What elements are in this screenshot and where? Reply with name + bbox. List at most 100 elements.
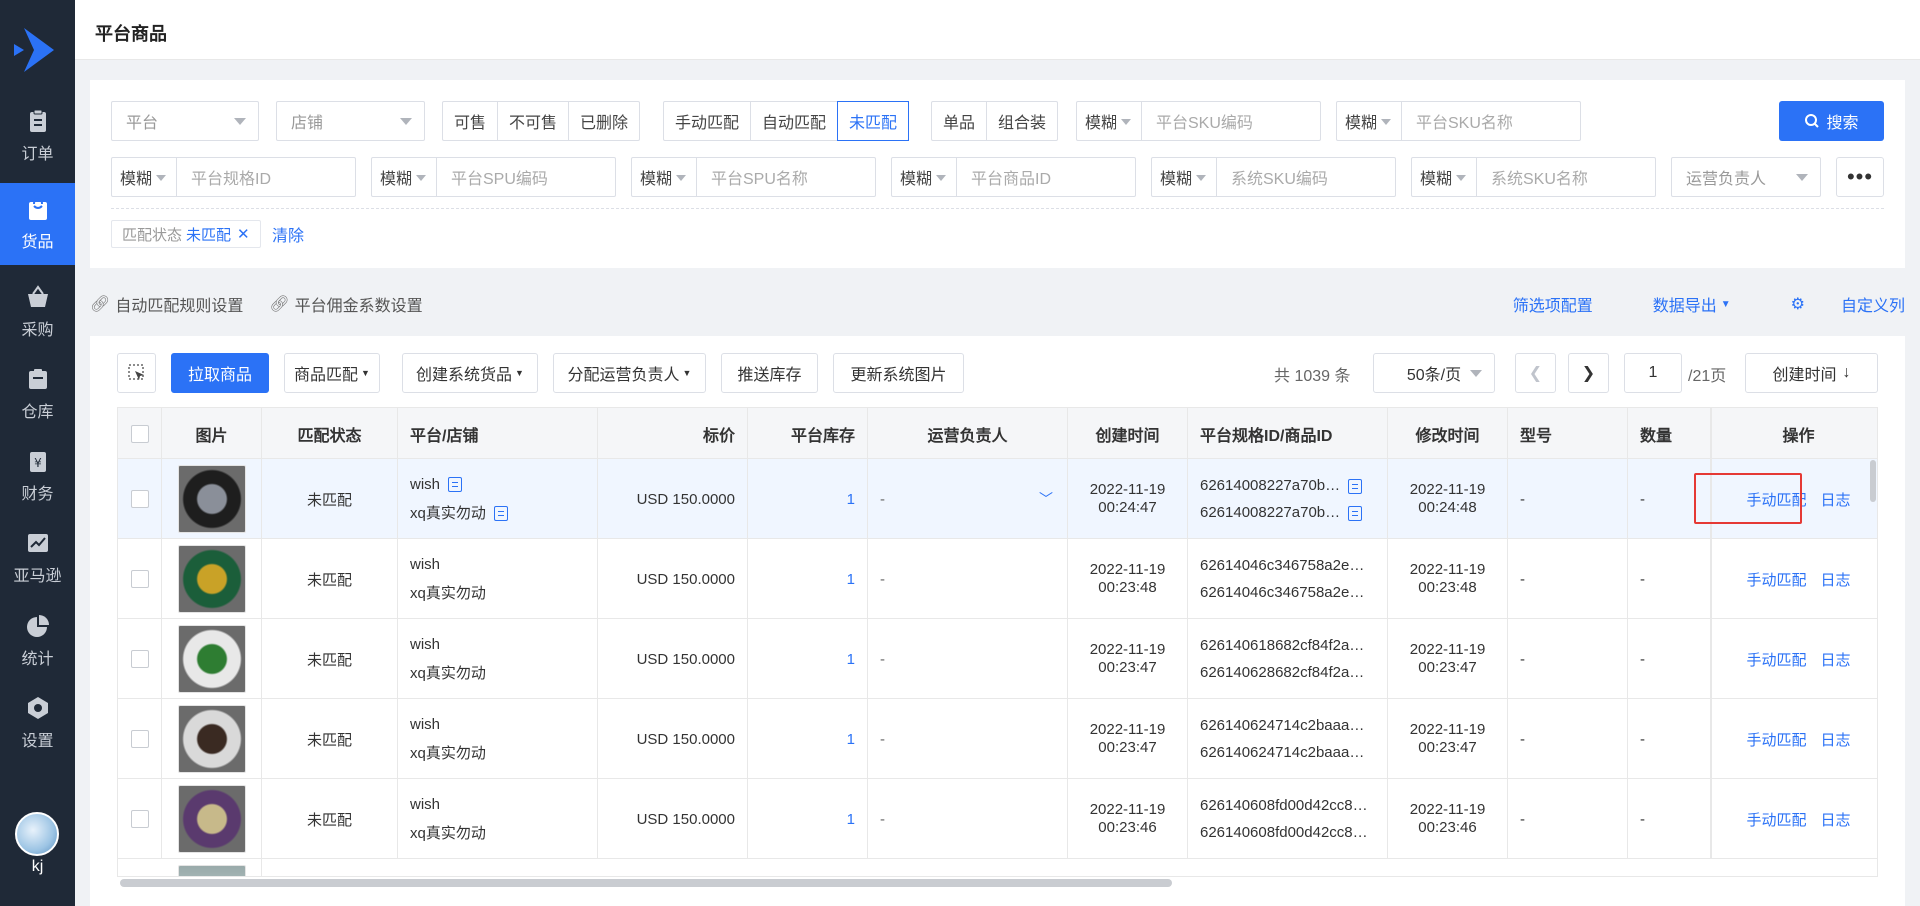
table-row[interactable]: 未匹配 wish xq真实勿动 USD 150.0000 1- ﹀ 2022-11-19 00…: [118, 459, 1877, 539]
product-type-bundle[interactable]: 组合装: [987, 102, 1057, 140]
next-page-button[interactable]: ❯: [1568, 353, 1609, 393]
chevron-down-icon[interactable]: ﹀: [1039, 489, 1053, 509]
avatar[interactable]: [15, 812, 59, 856]
sidebar-item-warehouse[interactable]: 仓库: [0, 353, 75, 435]
platform-stock[interactable]: 1: [748, 459, 868, 539]
log-button[interactable]: 日志: [1821, 809, 1851, 830]
filter-config-link[interactable]: 筛选项配置: [1513, 292, 1593, 316]
sidebar-item-finance[interactable]: ¥ 财务: [0, 435, 75, 517]
search-button[interactable]: 搜索: [1779, 101, 1884, 141]
table-row[interactable]: 未匹配 wish xq真实勿动 USD 150.0000 1-2022-11-19 00:…: [118, 619, 1877, 699]
match-type-auto[interactable]: 自动匹配: [751, 102, 839, 140]
sidebar-item-statistics[interactable]: 统计: [0, 600, 75, 682]
note-icon[interactable]: [448, 477, 463, 493]
sidebar-item-purchase[interactable]: 采购: [0, 271, 75, 353]
log-button[interactable]: 日志: [1821, 489, 1851, 510]
sidebar-item-orders[interactable]: 订单: [0, 95, 75, 177]
operator-select[interactable]: 运营负责人: [1671, 157, 1821, 197]
clear-filters-link[interactable]: 清除: [272, 222, 304, 246]
fuzzy-mode-select[interactable]: 模糊: [1412, 158, 1477, 196]
platform-spu-code-input[interactable]: 平台SPU编码: [437, 158, 615, 196]
update-images-button[interactable]: 更新系统图片: [833, 353, 964, 393]
system-sku-code-input[interactable]: 系统SKU编码: [1217, 158, 1395, 196]
row-checkbox[interactable]: [130, 650, 149, 668]
more-filters-button[interactable]: •••: [1836, 157, 1884, 197]
push-stock-button[interactable]: 推送库存: [721, 353, 818, 393]
horizontal-scrollbar[interactable]: [120, 879, 1172, 887]
page-size-select[interactable]: 50条/页: [1373, 353, 1495, 393]
sale-status-available[interactable]: 可售: [443, 102, 499, 140]
custom-columns-link[interactable]: ⚙ 自定义列: [1761, 292, 1905, 316]
product-match-dropdown[interactable]: 商品匹配 ▼: [284, 353, 380, 393]
sale-status-deleted[interactable]: 已删除: [569, 102, 639, 140]
platform-select[interactable]: 平台: [111, 101, 259, 141]
prev-page-button[interactable]: ❮: [1515, 353, 1556, 393]
sale-status-unavailable[interactable]: 不可售: [498, 102, 570, 140]
row-checkbox[interactable]: [130, 570, 149, 588]
page-number-input[interactable]: 1: [1624, 353, 1682, 393]
fuzzy-mode-select[interactable]: 模糊: [1337, 102, 1402, 140]
platform-stock[interactable]: 1: [748, 619, 868, 699]
platform-spu-name-input[interactable]: 平台SPU名称: [697, 158, 875, 196]
table-row[interactable]: 未匹配 wish xq真实勿动 USD 150.0000 1-2022-11-19 00:…: [118, 539, 1877, 619]
note-icon[interactable]: [1348, 505, 1363, 521]
note-icon[interactable]: [493, 506, 508, 522]
store-select[interactable]: 店铺: [276, 101, 425, 141]
commission-settings-link[interactable]: 🔗︎ 平台佣金系数设置: [269, 292, 422, 316]
product-type-single[interactable]: 单品: [932, 102, 988, 140]
table-row[interactable]: 未匹配 wish xq真实勿动 USD 150.0000 1-2022-11-19 00:…: [118, 699, 1877, 779]
product-image[interactable]: [177, 785, 246, 853]
table-row[interactable]: 未匹配 wish xq真实勿动 USD 150.0000 1-2022-11-19 00:…: [118, 779, 1877, 859]
vertical-scrollbar[interactable]: [1870, 460, 1876, 502]
data-export-dropdown[interactable]: 数据导出 ▼: [1623, 292, 1731, 316]
note-icon[interactable]: [1348, 478, 1363, 494]
manual-match-button[interactable]: 手动匹配: [1746, 729, 1806, 750]
select-mode-button[interactable]: [117, 353, 156, 393]
sort-button[interactable]: 创建时间 ↓: [1745, 353, 1878, 393]
fuzzy-mode-select[interactable]: 模糊: [372, 158, 437, 196]
platform-stock[interactable]: 1: [748, 539, 868, 619]
fuzzy-mode-select[interactable]: 模糊: [892, 158, 957, 196]
fuzzy-mode-select[interactable]: 模糊: [632, 158, 697, 196]
platform-sku-code-input[interactable]: 平台SKU编码: [1142, 102, 1320, 140]
platform-spec-id-input[interactable]: 平台规格ID: [177, 158, 355, 196]
row-checkbox[interactable]: [130, 730, 149, 748]
product-image[interactable]: [177, 465, 246, 533]
manual-match-button[interactable]: 手动匹配: [1746, 569, 1806, 590]
operator-cell[interactable]: -: [868, 539, 1068, 619]
sidebar-item-amazon[interactable]: 亚马逊: [0, 517, 75, 599]
platform-product-id-input[interactable]: 平台商品ID: [957, 158, 1135, 196]
log-button[interactable]: 日志: [1821, 569, 1851, 590]
sidebar-item-settings[interactable]: 设置: [0, 682, 75, 764]
match-type-manual[interactable]: 手动匹配: [664, 102, 752, 140]
select-all-checkbox[interactable]: [130, 424, 149, 443]
operator-cell[interactable]: -: [868, 699, 1068, 779]
pull-products-button[interactable]: 拉取商品: [171, 353, 269, 393]
product-image[interactable]: [177, 625, 246, 693]
operator-cell[interactable]: -: [868, 619, 1068, 699]
manual-match-button[interactable]: 手动匹配: [1746, 649, 1806, 670]
row-checkbox[interactable]: [130, 810, 149, 828]
create-system-goods-dropdown[interactable]: 创建系统货品 ▼: [402, 353, 538, 393]
product-image[interactable]: [177, 705, 246, 773]
platform-stock[interactable]: 1: [748, 779, 868, 859]
fuzzy-mode-select[interactable]: 模糊: [112, 158, 177, 196]
platform-stock[interactable]: 1: [748, 699, 868, 779]
fuzzy-mode-select[interactable]: 模糊: [1077, 102, 1142, 140]
log-button[interactable]: 日志: [1821, 729, 1851, 750]
system-sku-name-input[interactable]: 系统SKU名称: [1477, 158, 1655, 196]
assign-operator-dropdown[interactable]: 分配运营负责人 ▼: [553, 353, 706, 393]
operator-cell[interactable]: -: [868, 779, 1068, 859]
app-logo-icon[interactable]: [10, 22, 66, 78]
sidebar-item-goods[interactable]: 货品: [0, 183, 75, 265]
product-image[interactable]: [177, 545, 246, 613]
row-checkbox[interactable]: [130, 490, 149, 508]
auto-match-rules-link[interactable]: 🔗︎ 自动匹配规则设置: [90, 292, 243, 316]
fuzzy-mode-select[interactable]: 模糊: [1152, 158, 1217, 196]
operator-cell[interactable]: - ﹀: [868, 459, 1068, 539]
log-button[interactable]: 日志: [1821, 649, 1851, 670]
close-icon[interactable]: ✕: [237, 225, 250, 243]
manual-match-button[interactable]: 手动匹配: [1746, 809, 1806, 830]
platform-sku-name-input[interactable]: 平台SKU名称: [1402, 102, 1580, 140]
match-type-unmatched[interactable]: 未匹配: [837, 101, 910, 141]
